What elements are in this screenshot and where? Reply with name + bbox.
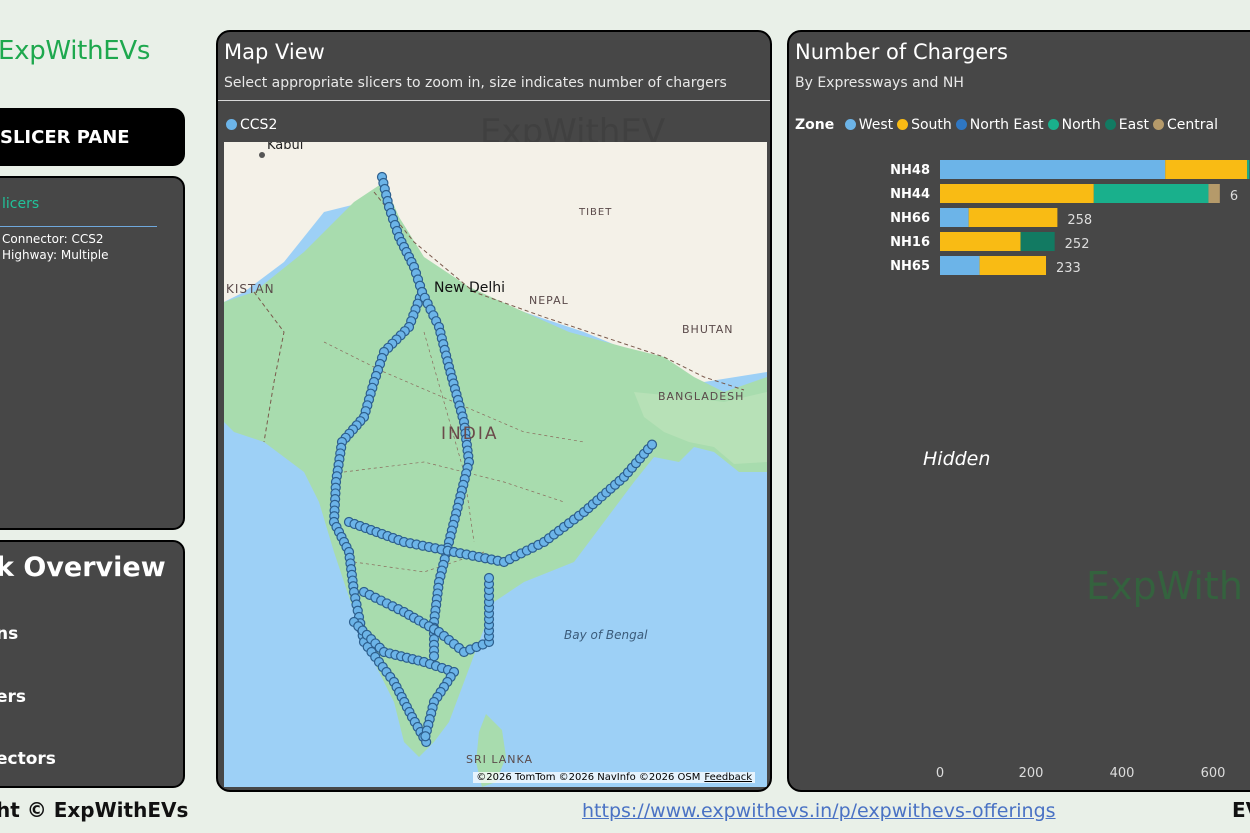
data-label: 6	[1230, 189, 1238, 204]
category-label: NH65	[890, 259, 930, 274]
map-attribution: ©2026 TomTom ©2026 NavInfo ©2026 OSM Feed…	[473, 772, 755, 783]
category-label: NH66	[890, 211, 930, 226]
map-canvas[interactable]: Kabul KISTAN New Delhi NEPAL TIBET BHUTA…	[224, 142, 767, 787]
active-slicers-panel: licers Connector: CCS2 Highway: Multiple	[0, 176, 185, 530]
bar-segment[interactable]	[940, 184, 1094, 203]
feedback-link[interactable]: Feedback	[704, 772, 752, 783]
attribution-text: ©2026 TomTom ©2026 NavInfo ©2026 OSM	[476, 772, 701, 783]
slicers-divider	[0, 226, 157, 227]
label-kabul: Kabul	[267, 142, 303, 153]
offerings-link[interactable]: https://www.expwithevs.in/p/expwithevs-o…	[582, 800, 1056, 822]
overview-item-locations[interactable]: ns	[0, 624, 18, 644]
category-label: NH16	[890, 235, 930, 250]
label-tibet: TIBET	[578, 207, 612, 218]
overview-item-connectors[interactable]: ectors	[0, 749, 56, 769]
bar-segment[interactable]	[968, 208, 1058, 227]
hidden-label: Hidden	[923, 448, 991, 470]
map-card-title: Map View	[224, 40, 325, 64]
category-label: NH44	[890, 187, 930, 202]
bar-chart-svg: NH48 NH44 6 NH66 258 NH16 252 NH65 233 0 200 400 600	[890, 160, 1250, 781]
bar-segment[interactable]	[940, 160, 1166, 179]
bar-segment[interactable]	[1208, 184, 1220, 203]
bar-segment[interactable]	[940, 208, 969, 227]
x-tick-label: 0	[936, 766, 944, 781]
charger-location-dot[interactable]	[646, 439, 658, 450]
overview-panel: k Overview ns ers ectors	[0, 540, 185, 788]
overview-item-chargers[interactable]: ers	[0, 687, 26, 707]
ccs2-legend-label: CCS2	[240, 117, 278, 133]
slicers-title: licers	[2, 196, 40, 212]
map-card-subtitle: Select appropriate slicers to zoom in, s…	[224, 75, 727, 91]
brand-logo: ExpWithEVs	[0, 36, 151, 66]
bar-segment[interactable]	[1020, 232, 1055, 251]
category-label: NH48	[890, 163, 930, 178]
bar-segment[interactable]	[940, 256, 980, 275]
map-card-divider	[218, 100, 770, 101]
x-tick-label: 600	[1201, 766, 1226, 781]
chargers-chart-card: Number of Chargers By Expressways and NH…	[787, 30, 1250, 792]
data-label: 252	[1065, 237, 1090, 252]
charger-location-dot[interactable]	[420, 731, 431, 742]
charger-location-dot[interactable]	[483, 572, 495, 584]
label-bay-of-bengal: Bay of Bengal	[564, 628, 648, 642]
map-svg: Kabul KISTAN New Delhi NEPAL TIBET BHUTA…	[224, 142, 767, 787]
map-legend[interactable]: CCS2	[226, 117, 277, 133]
label-sri-lanka: SRI LANKA	[466, 753, 533, 766]
data-label: 233	[1056, 261, 1081, 276]
bar-segment[interactable]	[1165, 160, 1248, 179]
bar-segment[interactable]	[1247, 160, 1250, 179]
footer-right-text: EV	[1232, 798, 1250, 822]
x-tick-label: 400	[1110, 766, 1135, 781]
bar-segment[interactable]	[940, 232, 1021, 251]
highway-slicer-value: Highway: Multiple	[2, 248, 109, 262]
label-bhutan: BHUTAN	[682, 323, 734, 336]
label-india: INDIA	[441, 424, 498, 444]
map-view-card: Map View Select appropriate slicers to z…	[216, 30, 772, 792]
connector-slicer-value: Connector: CCS2	[2, 232, 104, 246]
label-bangladesh: BANGLADESH	[658, 390, 744, 403]
slicer-pane-button[interactable]: SLICER PANE	[0, 108, 185, 166]
label-nepal: NEPAL	[529, 294, 569, 307]
ccs2-legend-dot	[226, 119, 237, 130]
label-kistan: KISTAN	[226, 282, 275, 296]
overview-title: k Overview	[0, 552, 166, 583]
label-new-delhi: New Delhi	[434, 280, 505, 296]
bar-segment[interactable]	[1093, 184, 1209, 203]
chart-watermark: ExpWith	[1086, 564, 1243, 608]
copyright-text: ht © ExpWithEVs	[0, 798, 189, 822]
x-tick-label: 200	[1019, 766, 1044, 781]
data-label: 258	[1067, 213, 1092, 228]
bar-segment[interactable]	[979, 256, 1047, 275]
